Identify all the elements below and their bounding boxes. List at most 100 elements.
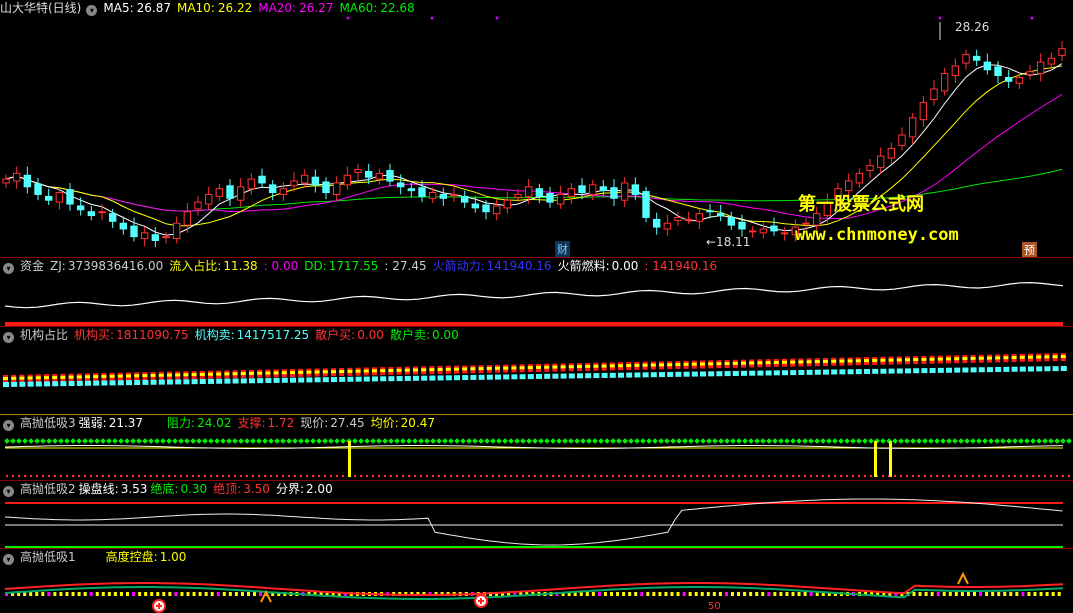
jigou-sell-bar: [577, 373, 583, 379]
support-dot: [269, 474, 273, 478]
resist-diamond: [616, 438, 622, 444]
support-dot: [83, 474, 87, 478]
jigou-buy-cap: [667, 363, 673, 367]
support-dot: [773, 474, 777, 478]
support-dot: [935, 474, 939, 478]
gp1-panel[interactable]: ▾ 高抛低吸1 高度控盘: 1.00 50: [0, 549, 1073, 613]
jigou-buy-cap: [519, 366, 525, 370]
control-bar: [192, 592, 196, 596]
support-dot: [461, 474, 465, 478]
support-dot: [233, 474, 237, 478]
jigou-sell-bar: [880, 368, 887, 374]
support-dot: [173, 474, 177, 478]
candle-body: [162, 236, 170, 239]
support-dot: [215, 474, 219, 478]
kline-panel[interactable]: 山大华特(日线) ▾ MA5: 26.87 MA10: 26.22 MA20: 26.27 MA…: [0, 0, 1073, 258]
jigou-sell-bar: [905, 368, 911, 374]
resist-diamond: [574, 438, 580, 444]
jigou-sell-bar: [1036, 366, 1043, 372]
resist-diamond: [484, 438, 490, 444]
support-dot: [419, 474, 423, 478]
jigou-buy-cap: [1060, 355, 1066, 358]
support-dot: [143, 474, 147, 478]
support-dot: [839, 474, 843, 478]
jigou-sell-bar: [552, 373, 559, 379]
support-dot: [605, 474, 609, 478]
support-dot: [689, 474, 693, 478]
jigou-panel[interactable]: ▾ 机构占比 机构买: 1811090.75 机构卖: 1417517.25 散户买: 0.0…: [0, 327, 1073, 414]
jigou-sell-bar: [585, 373, 592, 379]
control-bar: [247, 592, 250, 596]
forecast-tag[interactable]: 预: [1022, 242, 1037, 258]
jigou-buy-cap: [76, 375, 82, 379]
candle-body: [364, 170, 373, 178]
jigou-sell-bar: [560, 373, 567, 379]
control-bar: [737, 592, 741, 596]
resist-diamond: [160, 438, 166, 444]
support-dot: [1031, 474, 1035, 478]
jigou-sell-bar: [331, 377, 337, 383]
jigou-buy-cap: [52, 375, 58, 379]
jigou-sell-bar: [921, 368, 928, 374]
jigou-buy-cap: [126, 374, 131, 378]
control-bar: [646, 592, 650, 596]
gp3-panel[interactable]: ▾ 高抛低吸3 强弱: 21.37 阻力: 24.02 支撑: 1.72 现价: 27.45 均价:…: [0, 415, 1073, 480]
resist-diamond: [724, 438, 730, 444]
jigou-sell-bar: [347, 376, 354, 382]
resist-diamond: [988, 438, 994, 444]
jigou-sell-bar: [618, 372, 624, 378]
jigou-buy-cap: [1044, 355, 1050, 359]
jigou-sell-bar: [978, 367, 985, 373]
resist-diamond: [280, 438, 286, 444]
jigou-buy-cap: [495, 366, 500, 370]
candle-body: [108, 213, 117, 222]
control-bar: [652, 592, 656, 596]
resist-diamond: [766, 438, 772, 444]
jigou-buy-cap: [675, 363, 681, 367]
candle-body: [546, 193, 554, 203]
support-dot: [521, 474, 525, 478]
candle-body: [770, 225, 778, 232]
control-bar: [89, 592, 93, 596]
jigou-sell-bar: [240, 378, 247, 384]
support-dot: [161, 474, 165, 478]
finance-tag[interactable]: 财: [555, 241, 570, 257]
resist-diamond: [844, 438, 850, 444]
signal-bar: [889, 441, 892, 477]
support-dot: [407, 474, 411, 478]
candlestick-chart[interactable]: [0, 0, 1073, 258]
candle-body: [898, 134, 906, 147]
jigou-buy-cap: [35, 376, 41, 380]
jigou-buy-cap: [536, 365, 541, 369]
resist-diamond: [208, 438, 214, 444]
support-dot: [5, 474, 9, 478]
resist-diamond: [1030, 438, 1036, 444]
resist-diamond: [406, 438, 412, 444]
resist-diamond: [532, 438, 538, 444]
jigou-sell-bar: [486, 374, 493, 380]
signal-dot: [430, 16, 434, 20]
support-dot: [845, 474, 849, 478]
support-dot: [527, 474, 531, 478]
support-dot: [485, 474, 489, 478]
control-bar: [591, 592, 595, 596]
candle-body: [684, 218, 693, 221]
candle-body: [631, 184, 640, 195]
jigou-sell-bar: [52, 381, 59, 387]
jigou-sell-bar: [355, 376, 362, 382]
jigou-buy-cap: [93, 375, 99, 379]
gp2-panel[interactable]: ▾ 高抛低吸2 操盘线: 3.53 绝底: 0.30 绝顶: 3.50 分界: 2.00: [0, 481, 1073, 548]
candle-body: [439, 193, 448, 199]
support-dot: [545, 474, 549, 478]
candle-body: [460, 195, 469, 203]
jigou-buy-cap: [527, 366, 533, 370]
zijin-panel[interactable]: ▾ 资金 ZJ: 3739836416.00 流入占比: 11.38: 0.00 DD: 17…: [0, 258, 1073, 326]
support-dot: [713, 474, 717, 478]
resist-diamond: [802, 438, 808, 444]
jigou-buy-cap: [773, 360, 779, 364]
support-dot: [971, 474, 975, 478]
control-bar: [119, 592, 123, 596]
candle-body: [962, 53, 970, 64]
signal-dot: [495, 16, 499, 20]
control-bar: [126, 592, 129, 596]
